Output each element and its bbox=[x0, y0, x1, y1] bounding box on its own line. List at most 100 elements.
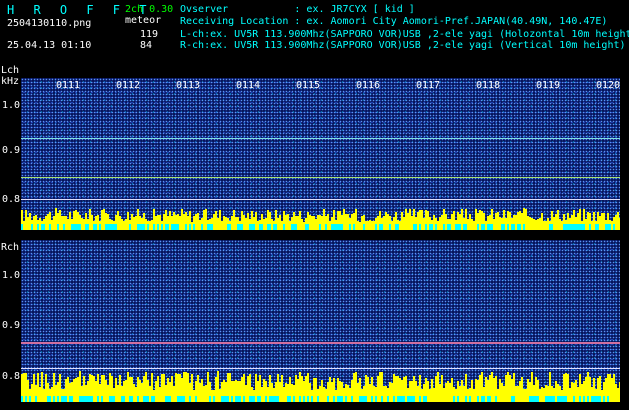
amplitude-bar bbox=[329, 377, 331, 402]
amplitude-bar bbox=[205, 385, 207, 402]
amplitude-bar-cyan bbox=[57, 224, 59, 230]
amplitude-bar bbox=[59, 374, 61, 402]
amplitude-bar-cyan bbox=[325, 224, 327, 230]
amplitude-bar bbox=[507, 372, 509, 402]
rch-config-line: R-ch:ex. UV5R 113.900Mhz(SAPPORO VOR)USB… bbox=[180, 40, 626, 51]
amplitude-bar-cyan bbox=[429, 224, 431, 230]
amplitude-bar bbox=[73, 379, 75, 402]
amplitude-bar bbox=[441, 215, 443, 230]
lch-signal-line-upper bbox=[21, 138, 620, 139]
amplitude-bar bbox=[441, 375, 443, 402]
amplitude-bar bbox=[451, 214, 453, 230]
amplitude-bar-cyan bbox=[267, 224, 269, 230]
amplitude-bar-cyan bbox=[251, 224, 253, 230]
amplitude-bar-cyan bbox=[457, 224, 459, 230]
amplitude-bar-cyan bbox=[49, 396, 51, 402]
amplitude-bar bbox=[471, 380, 473, 402]
amplitude-bar-cyan bbox=[491, 224, 493, 230]
amplitude-bar-cyan bbox=[271, 396, 273, 402]
amplitude-bar bbox=[569, 388, 571, 402]
amplitude-bar-cyan bbox=[591, 396, 593, 402]
amplitude-bar-cyan bbox=[371, 396, 373, 402]
amplitude-bar bbox=[409, 209, 411, 230]
amplitude-bar bbox=[501, 383, 503, 402]
amplitude-bar bbox=[261, 387, 263, 402]
amplitude-bar bbox=[277, 218, 279, 230]
amplitude-bar bbox=[235, 217, 237, 230]
amplitude-bar bbox=[285, 383, 287, 402]
amplitude-bar bbox=[493, 378, 495, 402]
time-tick-label: 0114 bbox=[236, 80, 261, 91]
amplitude-bar-cyan bbox=[167, 396, 169, 402]
amplitude-bar bbox=[199, 383, 201, 402]
amplitude-bar bbox=[47, 214, 49, 230]
amplitude-bar bbox=[577, 387, 579, 402]
amplitude-bar-cyan bbox=[153, 224, 155, 230]
amplitude-bar-cyan bbox=[335, 224, 337, 230]
amplitude-bar-cyan bbox=[535, 396, 537, 402]
amplitude-bar bbox=[589, 377, 591, 402]
amplitude-bar bbox=[545, 221, 547, 230]
amplitude-bar-cyan bbox=[419, 396, 421, 402]
amplitude-bar-cyan bbox=[109, 396, 111, 402]
amplitude-bar-cyan bbox=[341, 396, 343, 402]
amplitude-bar-cyan bbox=[257, 396, 259, 402]
amplitude-bar bbox=[403, 217, 405, 230]
amplitude-bar bbox=[611, 221, 613, 230]
amplitude-bar-cyan bbox=[409, 396, 411, 402]
amplitude-bar-cyan bbox=[477, 396, 479, 402]
amplitude-bar bbox=[615, 384, 617, 402]
amplitude-bar-cyan bbox=[341, 224, 343, 230]
time-tick-label: 0116 bbox=[356, 80, 381, 91]
amplitude-bar-cyan bbox=[193, 224, 195, 230]
amplitude-bar bbox=[439, 384, 441, 402]
amplitude-bar-cyan bbox=[93, 224, 95, 230]
amplitude-bar bbox=[373, 221, 375, 230]
amplitude-bar-cyan bbox=[517, 224, 519, 230]
amplitude-bar bbox=[447, 381, 449, 402]
amplitude-bar bbox=[357, 221, 359, 230]
amplitude-bar-cyan bbox=[165, 224, 167, 230]
amplitude-bar-cyan bbox=[283, 224, 285, 230]
amplitude-bar-cyan bbox=[483, 224, 485, 230]
amplitude-bar bbox=[517, 386, 519, 402]
amplitude-bar-cyan bbox=[201, 224, 203, 230]
amplitude-bar-cyan bbox=[113, 396, 115, 402]
amplitude-bar bbox=[421, 210, 423, 230]
amplitude-bar bbox=[351, 214, 353, 230]
amplitude-bar bbox=[301, 219, 303, 230]
time-tick-label: 0115 bbox=[296, 80, 321, 91]
amplitude-bar bbox=[121, 219, 123, 230]
rch-meteor-count: 84 bbox=[140, 40, 153, 51]
amplitude-bar bbox=[439, 217, 441, 230]
amplitude-bar bbox=[535, 220, 537, 230]
amplitude-bar bbox=[45, 374, 47, 402]
amplitude-bar-cyan bbox=[171, 224, 173, 230]
amplitude-bar bbox=[525, 389, 527, 402]
amplitude-bar bbox=[619, 382, 620, 402]
amplitude-bar-cyan bbox=[105, 224, 107, 230]
amplitude-bar bbox=[265, 218, 267, 230]
amplitude-bar-cyan bbox=[69, 396, 71, 402]
amplitude-bar bbox=[417, 386, 419, 402]
amplitude-bar bbox=[367, 377, 369, 402]
amplitude-bar bbox=[205, 209, 207, 230]
amplitude-bar bbox=[371, 221, 373, 230]
amplitude-bar-cyan bbox=[523, 224, 525, 230]
amplitude-bar bbox=[159, 387, 161, 402]
amplitude-bar-cyan bbox=[121, 396, 123, 402]
amplitude-bar bbox=[103, 209, 105, 230]
amplitude-bar-cyan bbox=[143, 396, 145, 402]
amplitude-bar bbox=[255, 374, 257, 402]
amplitude-bar bbox=[51, 220, 53, 230]
amplitude-bar bbox=[497, 389, 499, 402]
amplitude-bar-cyan bbox=[251, 396, 253, 402]
amplitude-bar bbox=[281, 221, 283, 230]
amplitude-bar-cyan bbox=[395, 224, 397, 230]
amplitude-bar bbox=[603, 213, 605, 230]
amplitude-bar-cyan bbox=[259, 396, 261, 402]
amplitude-bar-cyan bbox=[607, 396, 609, 402]
amplitude-bar bbox=[445, 383, 447, 402]
amplitude-bar bbox=[83, 219, 85, 230]
amplitude-bar-cyan bbox=[305, 224, 307, 230]
